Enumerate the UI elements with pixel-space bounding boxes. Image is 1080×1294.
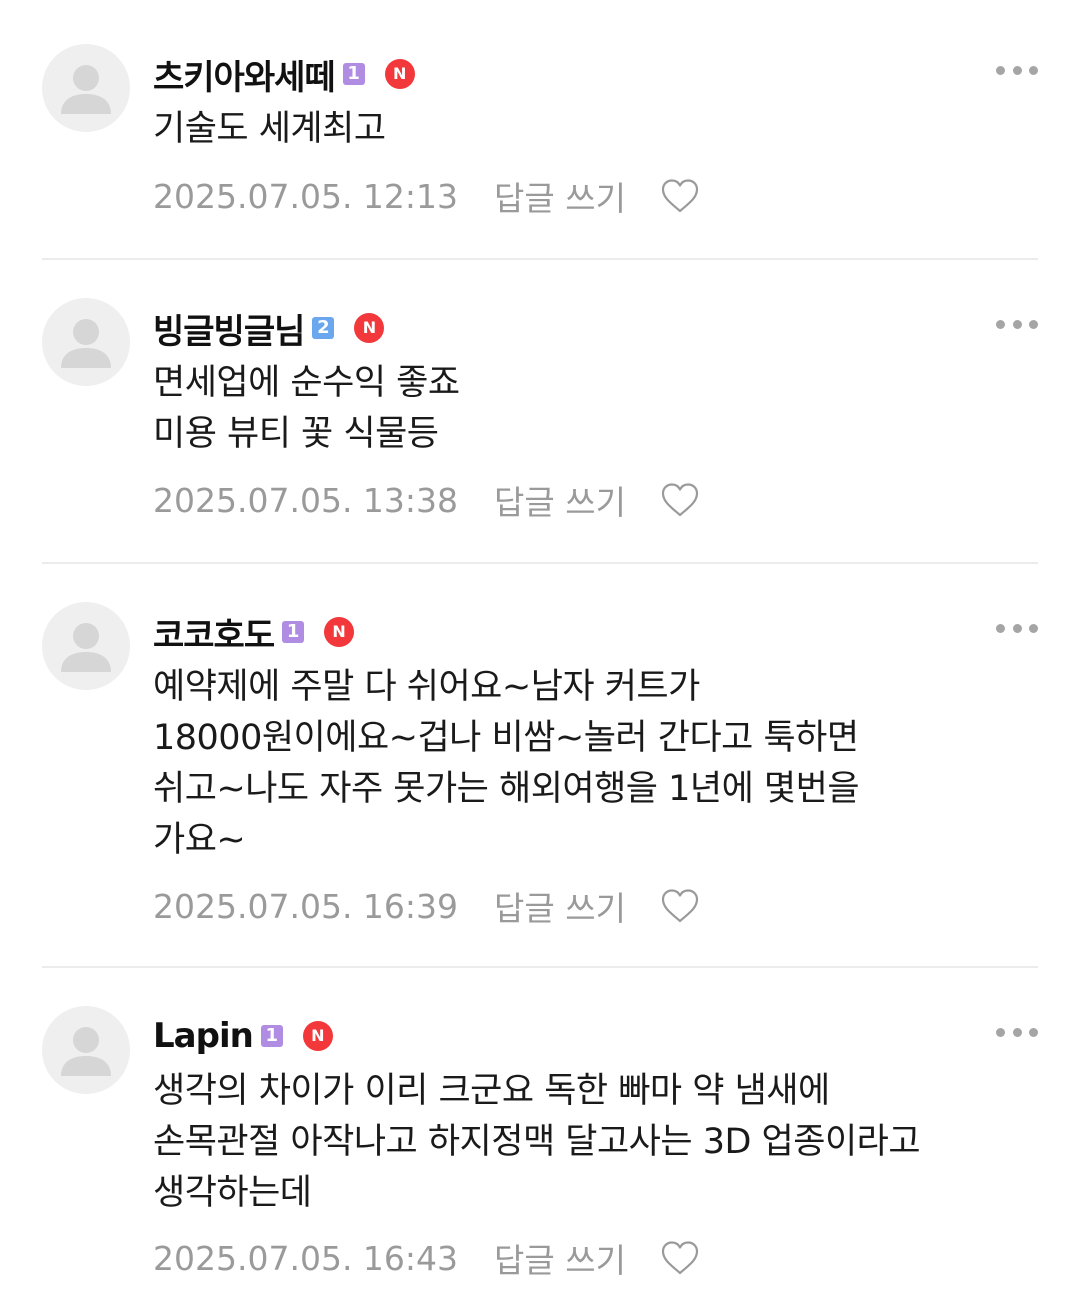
comment-timestamp: 2025.07.05. 16:39 <box>153 886 459 926</box>
member-grade-badge: 1 <box>260 1025 283 1047</box>
new-badge: N <box>324 617 355 647</box>
new-badge: N <box>302 1021 333 1051</box>
default-profile-icon <box>61 65 111 114</box>
reply-button[interactable]: 답글 쓰기 <box>494 476 626 524</box>
comment-header: 코코호도 1 N <box>153 608 355 657</box>
avatar[interactable] <box>42 298 130 386</box>
divider <box>42 562 1038 564</box>
new-badge: N <box>354 313 385 343</box>
divider <box>42 966 1038 968</box>
divider <box>42 258 1038 260</box>
comment-header: 츠키아와세떼 1 N <box>153 50 415 99</box>
default-profile-icon <box>61 319 111 368</box>
comment-timestamp: 2025.07.05. 13:38 <box>153 480 459 520</box>
comment-timestamp: 2025.07.05. 12:13 <box>153 176 459 216</box>
comment-text: 기술도 세계최고 <box>153 109 386 149</box>
comment-list: 츠키아와세떼 1 N 기술도 세계최고 2025.07.05. 12:13 답글… <box>0 0 1080 1294</box>
more-options-icon[interactable] <box>996 318 1038 330</box>
reply-button[interactable]: 답글 쓰기 <box>494 1234 626 1282</box>
default-profile-icon <box>61 623 111 672</box>
reply-button[interactable]: 답글 쓰기 <box>494 882 626 930</box>
member-grade-badge: 2 <box>312 317 335 339</box>
nickname[interactable]: 빙글빙글님 <box>153 304 305 353</box>
heart-like-icon[interactable] <box>660 888 700 924</box>
avatar[interactable] <box>42 602 130 690</box>
member-grade-badge: 1 <box>282 621 305 643</box>
comment-timestamp: 2025.07.05. 16:43 <box>153 1238 459 1278</box>
new-badge: N <box>384 59 415 89</box>
comment-meta: 2025.07.05. 16:43 답글 쓰기 <box>153 1236 700 1280</box>
reply-button[interactable]: 답글 쓰기 <box>494 172 626 220</box>
nickname[interactable]: 코코호도 <box>153 608 275 657</box>
more-options-icon[interactable] <box>996 1026 1038 1038</box>
comment-text: 예약제에 주말 다 쉬어요~남자 커트가 18000원이에요~겁나 비쌈~놀러 … <box>153 667 860 860</box>
default-profile-icon <box>61 1027 111 1076</box>
comment-meta: 2025.07.05. 16:39 답글 쓰기 <box>153 884 700 928</box>
nickname[interactable]: Lapin <box>153 1016 254 1056</box>
comment-meta: 2025.07.05. 13:38 답글 쓰기 <box>153 478 700 522</box>
avatar[interactable] <box>42 1006 130 1094</box>
more-options-icon[interactable] <box>996 64 1038 76</box>
comment-header: 빙글빙글님 2 N <box>153 304 385 353</box>
heart-like-icon[interactable] <box>660 482 700 518</box>
heart-like-icon[interactable] <box>660 178 700 214</box>
avatar[interactable] <box>42 44 130 132</box>
comment-text: 면세업에 순수익 좋죠 미용 뷰티 꽃 식물등 <box>153 363 460 454</box>
more-options-icon[interactable] <box>996 622 1038 634</box>
comment-text: 생각의 차이가 이리 크군요 독한 빠마 약 냄새에 손목관절 아작나고 하지정… <box>153 1071 921 1213</box>
comment-meta: 2025.07.05. 12:13 답글 쓰기 <box>153 174 700 218</box>
nickname[interactable]: 츠키아와세떼 <box>153 50 336 99</box>
heart-like-icon[interactable] <box>660 1240 700 1276</box>
comment-header: Lapin 1 N <box>153 1014 333 1058</box>
member-grade-badge: 1 <box>342 63 365 85</box>
